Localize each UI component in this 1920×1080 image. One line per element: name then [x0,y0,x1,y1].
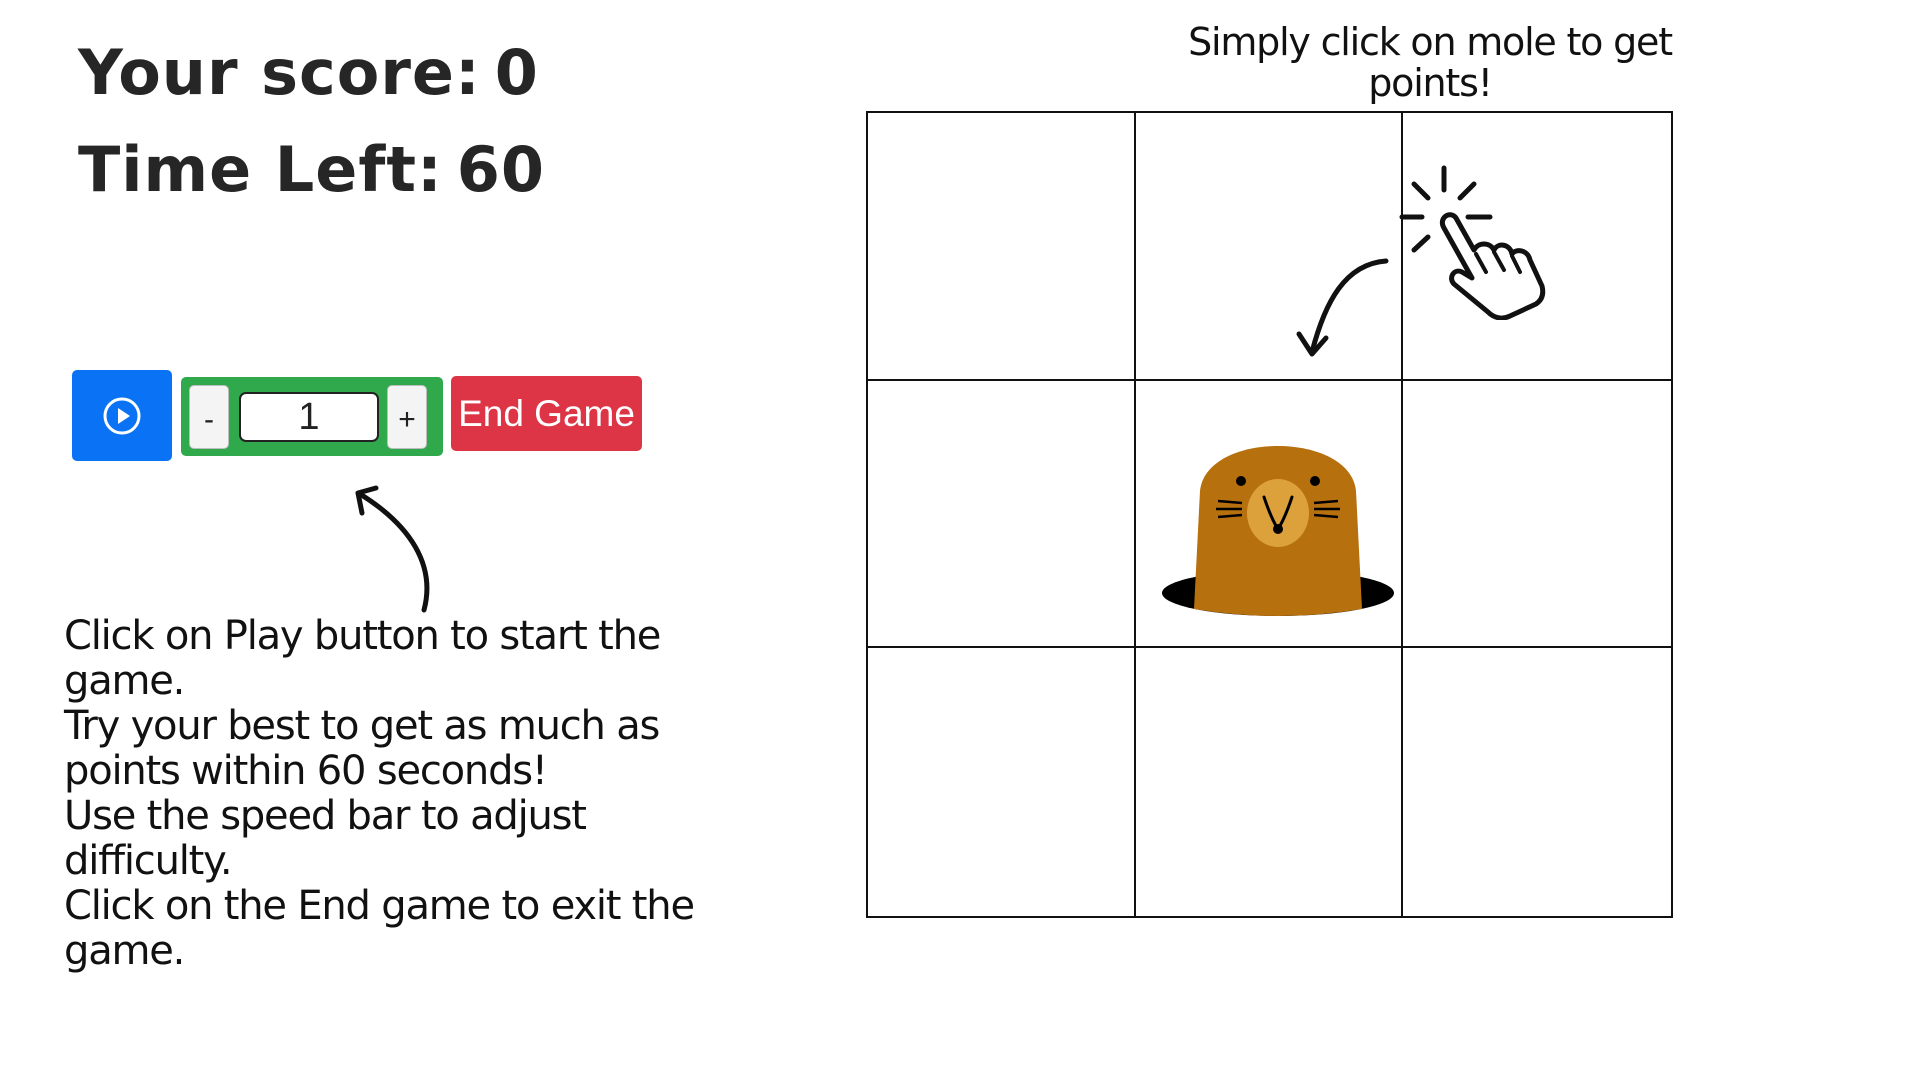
hole-9[interactable] [1403,648,1671,916]
play-circle-icon [103,397,141,434]
speed-input[interactable] [239,392,379,442]
instruction-line: Try your best to get as much as points w… [64,703,660,794]
instruction-line: Click on the End game to exit the game. [64,883,695,974]
score-label: Your score: [78,36,481,109]
instruction-line: Click on Play button to start the game. [64,613,661,704]
play-button[interactable] [72,370,172,461]
timer-label: Time Left: [78,133,443,206]
score-value: 0 [494,36,539,109]
hole-8[interactable] [1136,648,1404,916]
hole-2[interactable] [1135,113,1404,381]
game-page: Your score:0 Time Left:60 - + End Game C… [0,0,1920,1080]
instruction-line: Use the speed bar to adjust difficulty. [64,793,587,884]
curved-arrow-icon [355,485,430,613]
timer-value: 60 [456,133,546,206]
speed-increase-button[interactable]: + [387,385,427,449]
speed-control: - + [181,377,443,456]
hole-3[interactable] [1403,113,1671,381]
timer-display: Time Left: 60 [78,133,545,206]
hole-1[interactable] [868,113,1136,381]
hole-7[interactable] [868,648,1136,916]
hole-6[interactable] [1403,381,1671,649]
end-game-button[interactable]: End Game [451,376,642,451]
hole-5[interactable] [1135,380,1404,649]
game-board [866,111,1673,918]
instructions: Click on Play button to start the game. … [64,614,764,974]
score-display: Your score: 0 [78,36,539,109]
hole-4[interactable] [868,380,1136,649]
mole-icon[interactable] [1158,411,1398,641]
hint-text: Simply click on mole to get points! [1188,20,1673,105]
speed-decrease-button[interactable]: - [189,385,229,449]
